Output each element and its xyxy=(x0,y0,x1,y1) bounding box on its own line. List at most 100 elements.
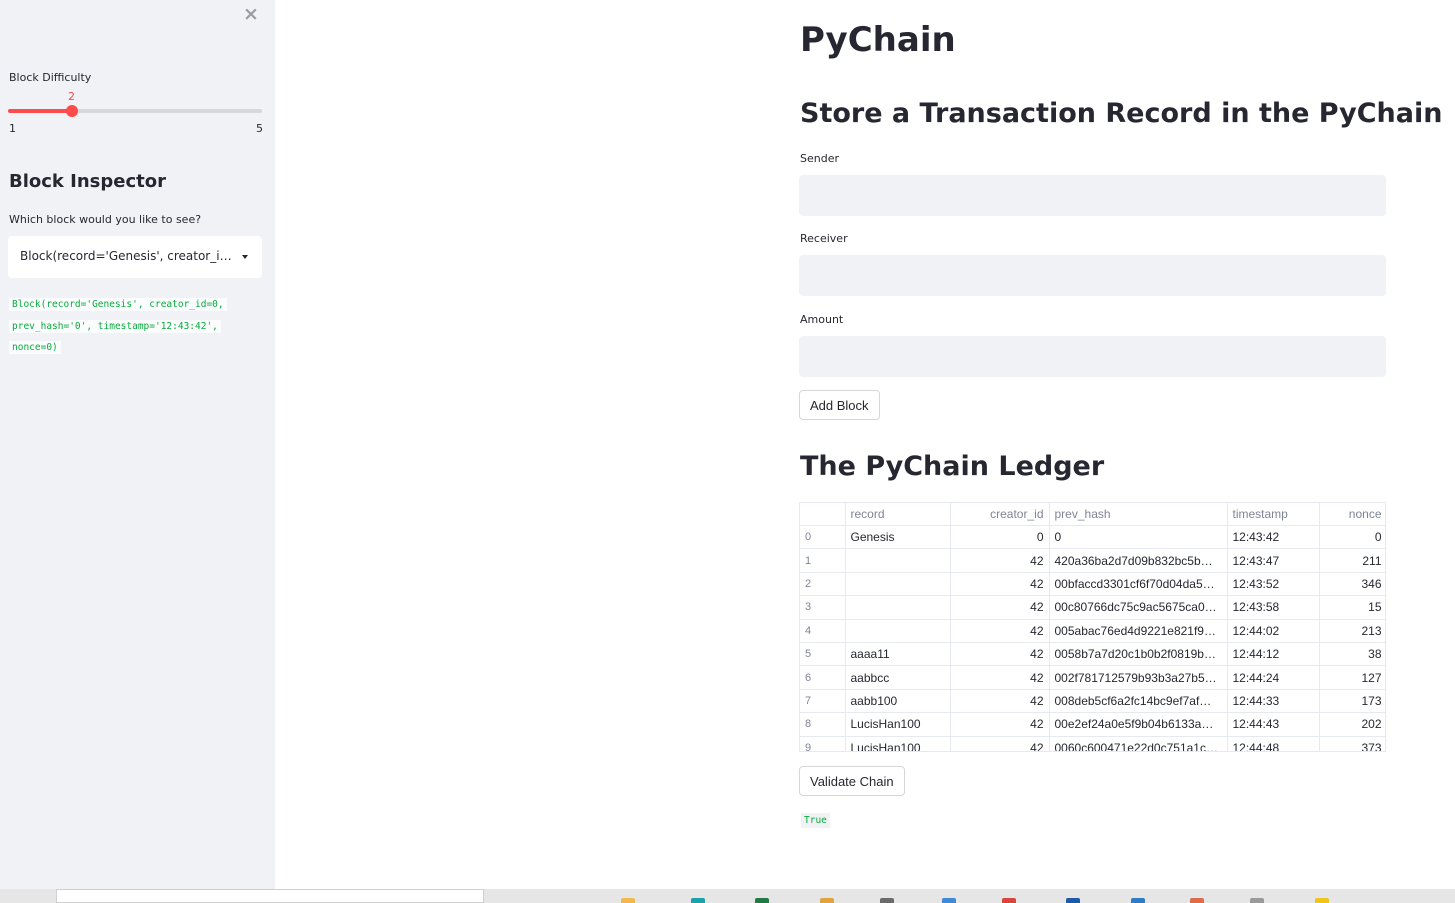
cell-index[interactable]: 9 xyxy=(800,736,846,751)
table-row[interactable]: 6 aabbcc 42 002f781712579b93b3a27b5… 12:44:2… xyxy=(800,665,1385,690)
app-icon-9[interactable] xyxy=(1131,898,1145,903)
cell-nonce[interactable]: 211 xyxy=(1319,548,1385,573)
column-header-prev-hash[interactable]: prev_hash xyxy=(1049,503,1228,526)
table-row[interactable]: 5 aaaa11 42 0058b7a7d20c1b0b2f0819b… 12:44:1… xyxy=(800,642,1385,667)
cell-timestamp[interactable]: 12:44:33 xyxy=(1227,689,1320,714)
cell-timestamp[interactable]: 12:43:52 xyxy=(1227,572,1320,597)
cell-creator-id[interactable]: 42 xyxy=(950,572,1050,597)
table-row[interactable]: 4 42 005abac76ed4d9221e821f9… 12:44:02 213 xyxy=(800,619,1385,643)
cell-index[interactable]: 8 xyxy=(800,712,846,737)
app-icon-5[interactable] xyxy=(880,898,894,903)
cell-index[interactable]: 7 xyxy=(800,689,846,714)
chevron-down-icon[interactable] xyxy=(242,255,248,259)
cell-record[interactable]: LucisHan100 xyxy=(845,712,951,737)
cell-timestamp[interactable]: 12:44:43 xyxy=(1227,712,1320,737)
app-icon-1[interactable] xyxy=(621,898,635,903)
ledger-table[interactable]: record creator_id prev_hash timestamp no… xyxy=(799,502,1386,752)
cell-timestamp[interactable]: 12:44:48 xyxy=(1227,736,1320,751)
cell-record[interactable] xyxy=(845,619,951,643)
app-icon-6[interactable] xyxy=(942,898,956,903)
cell-prev-hash[interactable]: 0060c600471e22d0c751a1c… xyxy=(1049,736,1228,751)
cell-nonce[interactable]: 373 xyxy=(1319,736,1385,751)
cell-prev-hash[interactable]: 008deb5cf6a2fc14bc9ef7af… xyxy=(1049,689,1228,714)
cell-nonce[interactable]: 173 xyxy=(1319,689,1385,714)
cell-creator-id[interactable]: 42 xyxy=(950,642,1050,667)
app-icon-4[interactable] xyxy=(820,898,834,903)
cell-record[interactable]: aabb100 xyxy=(845,689,951,714)
cell-record[interactable]: Genesis xyxy=(845,525,951,550)
app-icon-12[interactable] xyxy=(1315,898,1329,903)
app-icon-2[interactable] xyxy=(691,898,705,903)
cell-creator-id[interactable]: 0 xyxy=(950,525,1050,550)
cell-index[interactable]: 4 xyxy=(800,619,846,643)
table-row[interactable]: 7 aabb100 42 008deb5cf6a2fc14bc9ef7af… 12:44… xyxy=(800,689,1385,714)
column-header-nonce[interactable]: nonce xyxy=(1319,503,1385,526)
cell-prev-hash[interactable]: 002f781712579b93b3a27b5… xyxy=(1049,665,1228,690)
cell-record[interactable]: aabbcc xyxy=(845,665,951,690)
app-icon-3[interactable] xyxy=(755,898,769,903)
cell-creator-id[interactable]: 42 xyxy=(950,595,1050,620)
cell-nonce[interactable]: 38 xyxy=(1319,642,1385,667)
add-block-button[interactable]: Add Block xyxy=(799,390,880,420)
cell-record[interactable] xyxy=(845,548,951,573)
cell-creator-id[interactable]: 42 xyxy=(950,736,1050,751)
table-row[interactable]: 3 42 00c80766dc75c9ac5675ca0… 12:43:58 15 xyxy=(800,595,1385,620)
table-row[interactable]: 0 Genesis 0 0 12:43:42 0 xyxy=(800,525,1385,550)
table-row[interactable]: 2 42 00bfaccd3301cf6f70d04da5… 12:43:52 346 xyxy=(800,572,1385,597)
cell-nonce[interactable]: 127 xyxy=(1319,665,1385,690)
cell-prev-hash[interactable]: 420a36ba2d7d09b832bc5b… xyxy=(1049,548,1228,573)
cell-nonce[interactable]: 15 xyxy=(1319,595,1385,620)
cell-prev-hash[interactable]: 00c80766dc75c9ac5675ca0… xyxy=(1049,595,1228,620)
column-header-index[interactable] xyxy=(800,503,846,526)
app-icon-7[interactable] xyxy=(1002,898,1016,903)
close-icon[interactable]: × xyxy=(243,3,259,25)
cell-prev-hash[interactable]: 0058b7a7d20c1b0b2f0819b… xyxy=(1049,642,1228,667)
app-icon-8[interactable] xyxy=(1066,898,1080,903)
cell-nonce[interactable]: 202 xyxy=(1319,712,1385,737)
cell-creator-id[interactable]: 42 xyxy=(950,712,1050,737)
cell-index[interactable]: 0 xyxy=(800,525,846,550)
table-row[interactable]: 1 42 420a36ba2d7d09b832bc5b… 12:43:47 211 xyxy=(800,548,1385,573)
receiver-field[interactable] xyxy=(799,255,1386,296)
cell-timestamp[interactable]: 12:44:02 xyxy=(1227,619,1320,643)
cell-nonce[interactable]: 346 xyxy=(1319,572,1385,597)
validate-chain-button[interactable]: Validate Chain xyxy=(799,766,905,796)
cell-record[interactable]: LucisHan100 xyxy=(845,736,951,751)
cell-index[interactable]: 1 xyxy=(800,548,846,573)
cell-record[interactable] xyxy=(845,595,951,620)
cell-index[interactable]: 2 xyxy=(800,572,846,597)
cell-creator-id[interactable]: 42 xyxy=(950,548,1050,573)
cell-creator-id[interactable]: 42 xyxy=(950,665,1050,690)
cell-timestamp[interactable]: 12:44:12 xyxy=(1227,642,1320,667)
cell-nonce[interactable]: 0 xyxy=(1319,525,1385,550)
cell-prev-hash[interactable]: 00bfaccd3301cf6f70d04da5… xyxy=(1049,572,1228,597)
cell-timestamp[interactable]: 12:43:42 xyxy=(1227,525,1320,550)
cell-record[interactable]: aaaa11 xyxy=(845,642,951,667)
taskbar-search-box[interactable] xyxy=(56,889,484,903)
cell-prev-hash[interactable]: 0 xyxy=(1049,525,1228,550)
column-header-creator-id[interactable]: creator_id xyxy=(950,503,1050,526)
app-icon-11[interactable] xyxy=(1250,898,1264,903)
cell-index[interactable]: 3 xyxy=(800,595,846,620)
cell-timestamp[interactable]: 12:43:58 xyxy=(1227,595,1320,620)
difficulty-slider[interactable]: 2 xyxy=(8,90,262,120)
cell-creator-id[interactable]: 42 xyxy=(950,689,1050,714)
column-header-timestamp[interactable]: timestamp xyxy=(1227,503,1320,526)
cell-prev-hash[interactable]: 005abac76ed4d9221e821f9… xyxy=(1049,619,1228,643)
table-row[interactable]: 9 LucisHan100 42 0060c600471e22d0c751a1c… 12… xyxy=(800,736,1385,751)
cell-record[interactable] xyxy=(845,572,951,597)
cell-index[interactable]: 5 xyxy=(800,642,846,667)
table-row[interactable]: 8 LucisHan100 42 00e2ef24a0e5f9b04b6133a… 12… xyxy=(800,712,1385,737)
amount-field[interactable] xyxy=(799,336,1386,377)
app-icon-10[interactable] xyxy=(1190,898,1204,903)
block-select[interactable]: Block(record='Genesis', creator_id=0, pr… xyxy=(8,236,262,278)
slider-thumb[interactable] xyxy=(65,105,78,117)
column-header-record[interactable]: record xyxy=(845,503,951,526)
slider-track[interactable] xyxy=(8,109,262,113)
cell-timestamp[interactable]: 12:43:47 xyxy=(1227,548,1320,573)
cell-nonce[interactable]: 213 xyxy=(1319,619,1385,643)
cell-index[interactable]: 6 xyxy=(800,665,846,690)
cell-creator-id[interactable]: 42 xyxy=(950,619,1050,643)
sender-field[interactable] xyxy=(799,175,1386,216)
cell-prev-hash[interactable]: 00e2ef24a0e5f9b04b6133a… xyxy=(1049,712,1228,737)
